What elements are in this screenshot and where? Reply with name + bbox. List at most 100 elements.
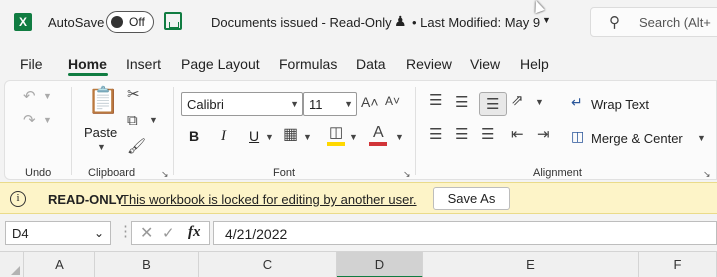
tab-formulas[interactable]: Formulas (279, 56, 337, 72)
tab-help[interactable]: Help (520, 56, 549, 72)
divider (71, 87, 72, 175)
increase-font-size-icon[interactable]: A˄ (361, 95, 379, 109)
search-placeholder: Search (Alt+ (639, 15, 711, 30)
tab-file[interactable]: File (20, 56, 43, 72)
redo-dropdown-icon[interactable]: ▼ (43, 116, 52, 125)
merge-center-icon: ◫ (571, 128, 585, 144)
decrease-font-size-icon[interactable]: A˅ (385, 95, 400, 107)
font-name-select[interactable]: Calibri ▼ (181, 92, 303, 116)
column-header-f[interactable]: F (639, 252, 717, 277)
mouse-pointer-icon (531, 0, 545, 14)
enter-icon[interactable]: ✓ (162, 224, 175, 242)
readonly-bar: i READ-ONLY This workbook is locked for … (0, 182, 717, 214)
paste-dropdown-icon[interactable]: ▼ (97, 143, 106, 152)
borders-dropdown-icon[interactable]: ▼ (303, 133, 312, 142)
chevron-down-icon[interactable]: ▼ (542, 15, 551, 25)
dialog-launcher-icon[interactable]: ↘ (161, 169, 169, 180)
undo-dropdown-icon[interactable]: ▼ (43, 92, 52, 101)
search-box[interactable]: ⚲ Search (Alt+ (590, 7, 717, 37)
font-group-label: Font (273, 167, 296, 179)
alignment-group-label: Alignment (533, 167, 582, 179)
chevron-down-icon: ⌄ (93, 226, 104, 240)
chevron-down-icon: ▼ (344, 99, 353, 109)
chevron-down-icon: ▼ (290, 99, 299, 109)
tab-page-layout[interactable]: Page Layout (181, 56, 260, 72)
info-icon: i (10, 191, 26, 207)
readonly-message-link[interactable]: This workbook is locked for editing by a… (121, 192, 417, 207)
column-header-e[interactable]: E (423, 252, 639, 277)
merge-dropdown-icon[interactable]: ▼ (697, 134, 706, 143)
user-edit-icon: ♟ (394, 13, 407, 29)
divider (173, 87, 174, 175)
paste-label[interactable]: Paste (84, 125, 117, 140)
font-size-select[interactable]: 11 ▼ (303, 92, 357, 116)
column-header-b[interactable]: B (95, 252, 199, 277)
fill-color-icon[interactable]: ◫ (329, 125, 343, 140)
tab-view[interactable]: View (470, 56, 500, 72)
column-header-a[interactable]: A (25, 252, 95, 277)
select-all-button[interactable] (0, 252, 24, 277)
name-box[interactable]: D4 ⌄ (5, 221, 111, 245)
cancel-icon[interactable]: ✕ (140, 223, 153, 243)
increase-indent-icon[interactable]: ⇥ (537, 127, 550, 142)
paste-icon[interactable]: 📋 (87, 87, 119, 113)
column-header-c[interactable]: C (199, 252, 337, 277)
tab-review[interactable]: Review (406, 56, 452, 72)
cut-icon[interactable]: ✂ (127, 87, 140, 102)
tab-data[interactable]: Data (356, 56, 386, 72)
align-bottom-button[interactable]: ☰ (479, 92, 507, 116)
wrap-text-icon: ↵ (571, 94, 583, 110)
orientation-dropdown-icon[interactable]: ▼ (535, 98, 544, 107)
dialog-launcher-icon[interactable]: ↘ (703, 169, 711, 180)
format-painter-icon[interactable]: 🖌 (127, 139, 146, 154)
merge-center-button[interactable]: Merge & Center (591, 131, 683, 146)
autosave-toggle[interactable]: Off (106, 11, 154, 33)
fill-color-dropdown-icon[interactable]: ▼ (349, 133, 358, 142)
align-right-icon[interactable]: ☰ (481, 127, 494, 142)
font-color-swatch (369, 142, 387, 146)
align-bottom-icon: ☰ (486, 96, 500, 113)
align-top-icon[interactable]: ☰ (429, 93, 442, 108)
copy-icon[interactable]: ⧉ (127, 113, 138, 128)
readonly-label: READ-ONLY (48, 192, 125, 207)
autosave-label: AutoSave (48, 15, 105, 30)
column-headers: A B C D E F (0, 251, 717, 277)
document-title[interactable]: Documents issued - Read-Only (211, 15, 392, 30)
wrap-text-button[interactable]: Wrap Text (591, 97, 649, 112)
borders-icon[interactable]: ▦ (283, 127, 298, 143)
undo-icon[interactable]: ↶ (23, 89, 36, 104)
formula-controls: ✕ ✓ fx (131, 221, 210, 245)
font-color-dropdown-icon[interactable]: ▼ (395, 133, 404, 142)
copy-dropdown-icon[interactable]: ▼ (149, 116, 158, 125)
underline-button[interactable]: U (249, 128, 259, 144)
toggle-knob (111, 16, 123, 28)
name-box-value: D4 (12, 226, 29, 241)
divider (415, 87, 416, 175)
underline-dropdown-icon[interactable]: ▼ (265, 133, 274, 142)
ribbon: ↶ ▼ ↷ ▼ Undo 📋 Paste ▼ ✂ ⧉ ▼ 🖌 Clipboard… (4, 80, 717, 180)
orientation-icon[interactable]: ⇗ (511, 93, 524, 108)
align-left-icon[interactable]: ☰ (429, 127, 442, 142)
font-color-icon[interactable]: A (373, 125, 384, 141)
column-header-d[interactable]: D (337, 252, 423, 277)
italic-button[interactable]: I (221, 128, 226, 145)
search-icon: ⚲ (609, 14, 620, 31)
tab-insert[interactable]: Insert (126, 56, 161, 72)
formula-input[interactable]: 4/21/2022 (213, 221, 717, 245)
last-modified-text[interactable]: • Last Modified: May 9 (412, 15, 540, 30)
dialog-launcher-icon[interactable]: ↘ (403, 169, 411, 180)
redo-icon[interactable]: ↷ (23, 113, 36, 128)
formula-bar: D4 ⌄ ⋮ ✕ ✓ fx 4/21/2022 (0, 218, 717, 248)
bold-button[interactable]: B (189, 128, 199, 144)
save-icon[interactable] (164, 12, 182, 30)
font-size-value: 11 (309, 97, 323, 112)
align-center-icon[interactable]: ☰ (455, 127, 468, 142)
align-middle-icon[interactable]: ☰ (455, 95, 468, 110)
save-as-button[interactable]: Save As (433, 187, 510, 210)
formula-value: 4/21/2022 (225, 226, 288, 242)
excel-logo-icon: X (14, 13, 32, 31)
tab-home[interactable]: Home (68, 56, 107, 72)
decrease-indent-icon[interactable]: ⇤ (511, 127, 524, 142)
insert-function-button[interactable]: fx (188, 224, 201, 241)
autosave-state: Off (129, 15, 145, 29)
